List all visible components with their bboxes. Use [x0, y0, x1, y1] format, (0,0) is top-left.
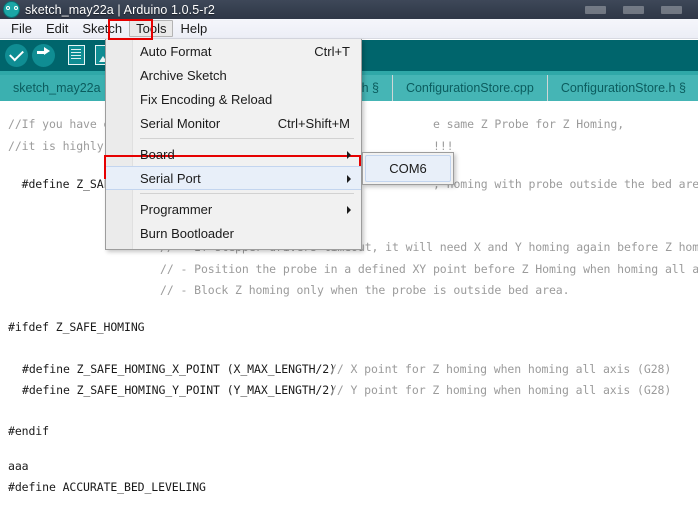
menubar-item-tools[interactable]: Tools	[129, 20, 174, 37]
menu-bottom-pad	[106, 245, 361, 249]
code-line: e same Z Probe for Z Homing,	[433, 117, 625, 131]
tab-configurationstore-cpp[interactable]: ConfigurationStore.cpp	[392, 75, 548, 101]
arduino-logo-icon	[3, 1, 20, 18]
arrow-right-icon	[32, 44, 55, 67]
menubar-item-file[interactable]: File	[4, 20, 39, 37]
code-line: #define Z_SAFE_HOMING_Y_POINT (Y_MAX_LEN…	[22, 383, 336, 397]
minimize-icon[interactable]	[585, 5, 606, 14]
verify-button[interactable]	[5, 44, 28, 67]
check-icon	[5, 44, 28, 67]
code-line: #ifdef Z_SAFE_HOMING	[8, 320, 145, 334]
code-line: #define Z_SAFE_HOMING_X_POINT (X_MAX_LEN…	[22, 362, 336, 376]
code-line: aaa	[8, 459, 29, 473]
close-icon[interactable]	[661, 5, 682, 14]
menu-item-archive-sketch[interactable]: Archive Sketch	[106, 63, 361, 87]
code-line: // X point for Z homing when homing all …	[330, 362, 672, 376]
submenu-item-com6[interactable]: COM6	[365, 155, 451, 182]
menubar-item-sketch[interactable]: Sketch	[75, 20, 129, 37]
menu-bar: File Edit Sketch Tools Help	[0, 19, 698, 39]
menu-item-serial-monitor[interactable]: Serial Monitor Ctrl+Shift+M	[106, 111, 361, 135]
arduino-ide-window: sketch_may22a | Arduino 1.0.5-r2 File Ed…	[0, 0, 698, 519]
menu-item-shortcut: Ctrl+T	[314, 43, 350, 59]
code-line: !!!	[433, 139, 454, 153]
upload-button[interactable]	[32, 44, 55, 67]
serial-port-submenu: COM6	[362, 152, 454, 185]
new-file-icon	[68, 45, 85, 65]
menu-separator	[140, 138, 354, 139]
menu-item-programmer[interactable]: Programmer	[106, 197, 361, 221]
title-bar: sketch_may22a | Arduino 1.0.5-r2	[0, 0, 698, 19]
window-title: sketch_may22a | Arduino 1.0.5-r2	[25, 2, 215, 17]
tools-dropdown-menu: Auto Format Ctrl+T Archive Sketch Fix En…	[105, 39, 362, 250]
menu-item-burn-bootloader[interactable]: Burn Bootloader	[106, 221, 361, 245]
code-line: // - Position the probe in a defined XY …	[160, 262, 698, 276]
window-controls[interactable]	[585, 5, 698, 14]
menu-item-fix-encoding-reload[interactable]: Fix Encoding & Reload	[106, 87, 361, 111]
menu-item-label: Serial Monitor	[140, 115, 221, 131]
maximize-icon[interactable]	[623, 5, 644, 14]
menu-item-serial-port[interactable]: Serial Port	[106, 166, 361, 190]
code-line: // Y point for Z homing when homing all …	[330, 383, 672, 397]
chevron-right-icon	[347, 171, 361, 186]
menu-item-board[interactable]: Board	[106, 142, 361, 166]
menu-item-label: Board	[140, 146, 175, 162]
tab-configurationstore-h[interactable]: ConfigurationStore.h §	[547, 75, 698, 101]
code-line: #endif	[8, 424, 49, 438]
tab-sketch-may22a[interactable]: sketch_may22a	[0, 75, 115, 101]
code-line: , homing with probe outside the bed area…	[433, 177, 698, 191]
chevron-right-icon	[347, 147, 361, 162]
code-line: // - Block Z homing only when the probe …	[160, 283, 570, 297]
menu-separator	[140, 193, 354, 194]
menu-item-auto-format[interactable]: Auto Format Ctrl+T	[106, 39, 361, 63]
menu-item-label: Serial Port	[140, 170, 201, 186]
menu-item-label: Fix Encoding & Reload	[140, 91, 273, 107]
new-button[interactable]	[65, 44, 88, 67]
menu-item-label: Programmer	[140, 201, 213, 217]
menu-item-shortcut: Ctrl+Shift+M	[277, 115, 350, 131]
menubar-item-help[interactable]: Help	[173, 20, 214, 37]
chevron-right-icon	[347, 202, 361, 217]
menubar-item-edit[interactable]: Edit	[39, 20, 75, 37]
menu-item-label: Burn Bootloader	[140, 225, 234, 241]
menu-item-label: Archive Sketch	[140, 67, 227, 83]
code-line: #define ACCURATE_BED_LEVELING	[8, 480, 206, 494]
menu-item-label: Auto Format	[140, 43, 212, 59]
